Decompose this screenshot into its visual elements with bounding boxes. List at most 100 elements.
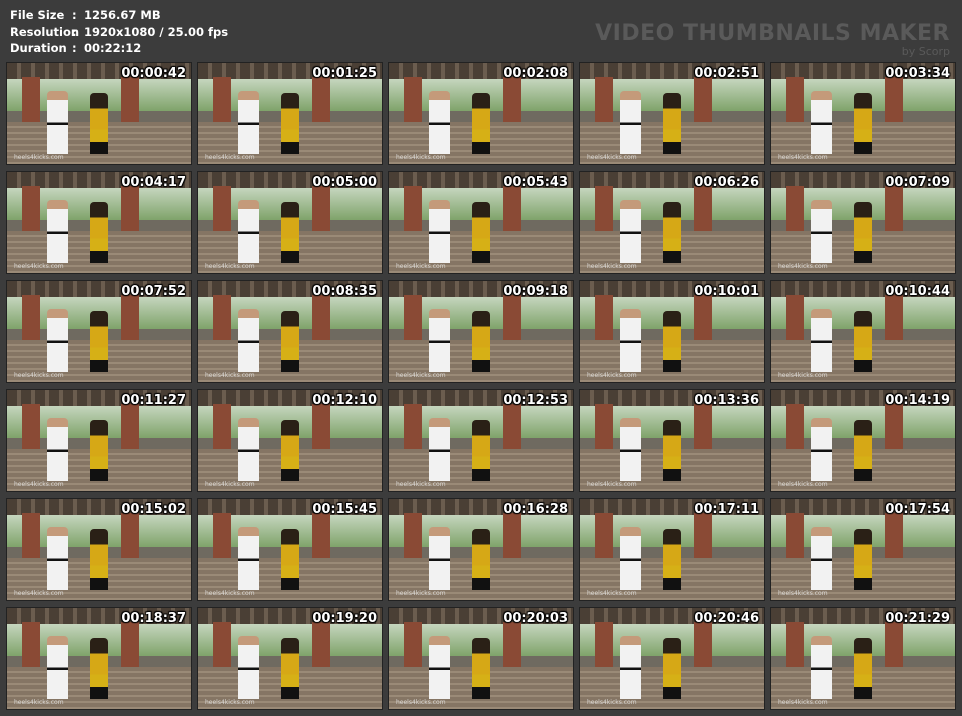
brand-subtitle: by Scorp	[901, 45, 950, 58]
figure-white	[47, 200, 68, 263]
brand-logo: VIDEO THUMBNAILS MAKER by Scorp	[595, 22, 950, 58]
figure-yellow	[853, 638, 873, 699]
duration-label: Duration	[10, 41, 67, 55]
thumbnail[interactable]: 00:05:43 heels4kicks.com	[388, 171, 574, 274]
thumbnail[interactable]: 00:15:02 heels4kicks.com	[6, 498, 192, 601]
figure-yellow	[662, 638, 682, 699]
thumbnail[interactable]: 00:20:46 heels4kicks.com	[579, 607, 765, 710]
thumbnail[interactable]: 00:01:25 heels4kicks.com	[197, 62, 383, 165]
separator: :	[72, 8, 77, 22]
figure-white	[238, 91, 259, 154]
figure-yellow	[471, 420, 491, 481]
thumbnail-grid: 00:00:42 heels4kicks.com 00:01:25 heels4kic…	[6, 62, 956, 710]
figure-yellow	[89, 311, 109, 372]
figure-white	[620, 636, 641, 699]
figure-yellow	[662, 420, 682, 481]
figure-yellow	[471, 638, 491, 699]
thumbnail[interactable]: 00:08:35 heels4kicks.com	[197, 280, 383, 383]
thumbnail-watermark: heels4kicks.com	[14, 263, 64, 270]
thumbnail[interactable]: 00:19:20 heels4kicks.com	[197, 607, 383, 710]
thumbnail-watermark: heels4kicks.com	[14, 699, 64, 706]
thumbnail[interactable]: 00:03:34 heels4kicks.com	[770, 62, 956, 165]
thumbnail-timestamp: 00:06:26	[694, 175, 759, 190]
figure-yellow	[471, 202, 491, 263]
thumbnail[interactable]: 00:02:51 heels4kicks.com	[579, 62, 765, 165]
figure-yellow	[89, 529, 109, 590]
resolution-value: 1920x1080 / 25.00 fps	[84, 24, 229, 39]
thumbnail-watermark: heels4kicks.com	[396, 263, 446, 270]
thumbnail-watermark: heels4kicks.com	[205, 372, 255, 379]
figure-yellow	[280, 420, 300, 481]
thumbnail[interactable]: 00:06:26 heels4kicks.com	[579, 171, 765, 274]
thumbnail[interactable]: 00:02:08 heels4kicks.com	[388, 62, 574, 165]
thumbnail[interactable]: 00:10:01 heels4kicks.com	[579, 280, 765, 383]
thumbnail-watermark: heels4kicks.com	[205, 481, 255, 488]
figure-yellow	[662, 529, 682, 590]
thumbnail-watermark: heels4kicks.com	[778, 154, 828, 161]
thumbnail[interactable]: 00:15:45 heels4kicks.com	[197, 498, 383, 601]
thumbnail-timestamp: 00:11:27	[121, 393, 186, 408]
thumbnail[interactable]: 00:21:29 heels4kicks.com	[770, 607, 956, 710]
figure-white	[811, 418, 832, 481]
thumbnail[interactable]: 00:10:44 heels4kicks.com	[770, 280, 956, 383]
figure-white	[47, 636, 68, 699]
thumbnail-timestamp: 00:10:44	[885, 284, 950, 299]
figure-white	[429, 91, 450, 154]
thumbnail[interactable]: 00:12:10 heels4kicks.com	[197, 389, 383, 492]
thumbnail[interactable]: 00:17:11 heels4kicks.com	[579, 498, 765, 601]
figure-white	[429, 527, 450, 590]
thumbnail[interactable]: 00:09:18 heels4kicks.com	[388, 280, 574, 383]
thumbnail-timestamp: 00:16:28	[503, 502, 568, 517]
thumbnail[interactable]: 00:16:28 heels4kicks.com	[388, 498, 574, 601]
thumbnail[interactable]: 00:05:00 heels4kicks.com	[197, 171, 383, 274]
figure-yellow	[89, 638, 109, 699]
thumbnail-timestamp: 00:09:18	[503, 284, 568, 299]
figure-yellow	[280, 529, 300, 590]
thumbnail[interactable]: 00:17:54 heels4kicks.com	[770, 498, 956, 601]
thumbnail[interactable]: 00:07:09 heels4kicks.com	[770, 171, 956, 274]
thumbnail-watermark: heels4kicks.com	[778, 590, 828, 597]
thumbnail-watermark: heels4kicks.com	[14, 590, 64, 597]
thumbnail[interactable]: 00:20:03 heels4kicks.com	[388, 607, 574, 710]
thumbnail[interactable]: 00:14:19 heels4kicks.com	[770, 389, 956, 492]
thumbnail-timestamp: 00:02:08	[503, 66, 568, 81]
figure-yellow	[853, 420, 873, 481]
thumbnail-timestamp: 00:13:36	[694, 393, 759, 408]
thumbnail-timestamp: 00:17:54	[885, 502, 950, 517]
thumbnail[interactable]: 00:00:42 heels4kicks.com	[6, 62, 192, 165]
thumbnail-watermark: heels4kicks.com	[205, 699, 255, 706]
thumbnail-watermark: heels4kicks.com	[205, 154, 255, 161]
thumbnail-watermark: heels4kicks.com	[396, 699, 446, 706]
thumbnail-watermark: heels4kicks.com	[205, 263, 255, 270]
thumbnail-timestamp: 00:12:10	[312, 393, 377, 408]
thumbnail-timestamp: 00:12:53	[503, 393, 568, 408]
figure-white	[238, 636, 259, 699]
separator: :	[72, 24, 77, 39]
thumbnail-watermark: heels4kicks.com	[778, 372, 828, 379]
figure-yellow	[89, 420, 109, 481]
figure-yellow	[471, 93, 491, 154]
thumbnail[interactable]: 00:07:52 heels4kicks.com	[6, 280, 192, 383]
figure-yellow	[662, 311, 682, 372]
figure-white	[47, 527, 68, 590]
thumbnail[interactable]: 00:13:36 heels4kicks.com	[579, 389, 765, 492]
thumbnail[interactable]: 00:12:53 heels4kicks.com	[388, 389, 574, 492]
figure-white	[620, 91, 641, 154]
thumbnail-timestamp: 00:00:42	[121, 66, 186, 81]
figure-yellow	[853, 311, 873, 372]
thumbnail-timestamp: 00:20:03	[503, 611, 568, 626]
resolution-label: Resolution	[10, 24, 80, 39]
thumbnail-timestamp: 00:10:01	[694, 284, 759, 299]
thumbnail-watermark: heels4kicks.com	[778, 481, 828, 488]
thumbnail-watermark: heels4kicks.com	[396, 154, 446, 161]
figure-white	[47, 309, 68, 372]
figure-white	[429, 418, 450, 481]
figure-yellow	[853, 202, 873, 263]
figure-white	[238, 309, 259, 372]
thumbnail-timestamp: 00:17:11	[694, 502, 759, 517]
thumbnail[interactable]: 00:18:37 heels4kicks.com	[6, 607, 192, 710]
figure-white	[811, 200, 832, 263]
thumbnail-watermark: heels4kicks.com	[778, 699, 828, 706]
thumbnail[interactable]: 00:11:27 heels4kicks.com	[6, 389, 192, 492]
thumbnail[interactable]: 00:04:17 heels4kicks.com	[6, 171, 192, 274]
